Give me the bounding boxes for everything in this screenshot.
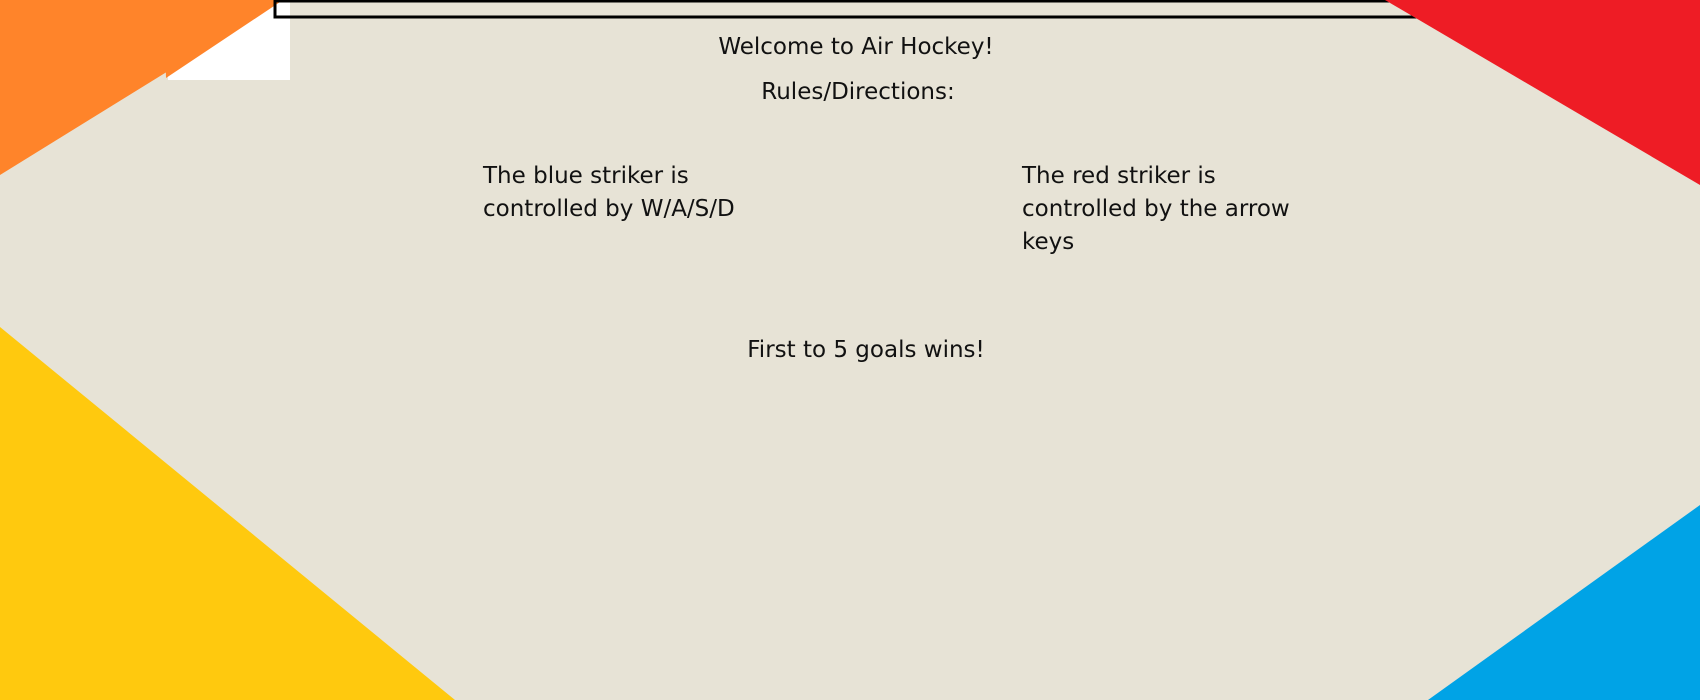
red-controls-line-2: controlled by the arrow bbox=[1022, 196, 1290, 222]
welcome-title: Welcome to Air Hockey! bbox=[718, 34, 994, 60]
rules-heading: Rules/Directions: bbox=[761, 79, 955, 105]
win-condition: First to 5 goals wins! bbox=[747, 337, 985, 363]
blue-controls-line-1: The blue striker is bbox=[483, 163, 689, 189]
blue-controls-line-2: controlled by W/A/S/D bbox=[483, 196, 735, 222]
blue-striker-instructions: The blue striker is controlled by W/A/S/… bbox=[483, 160, 735, 226]
red-controls-line-1: The red striker is bbox=[1022, 163, 1216, 189]
red-controls-line-3: keys bbox=[1022, 229, 1075, 255]
red-striker-instructions: The red striker is controlled by the arr… bbox=[1022, 160, 1290, 259]
